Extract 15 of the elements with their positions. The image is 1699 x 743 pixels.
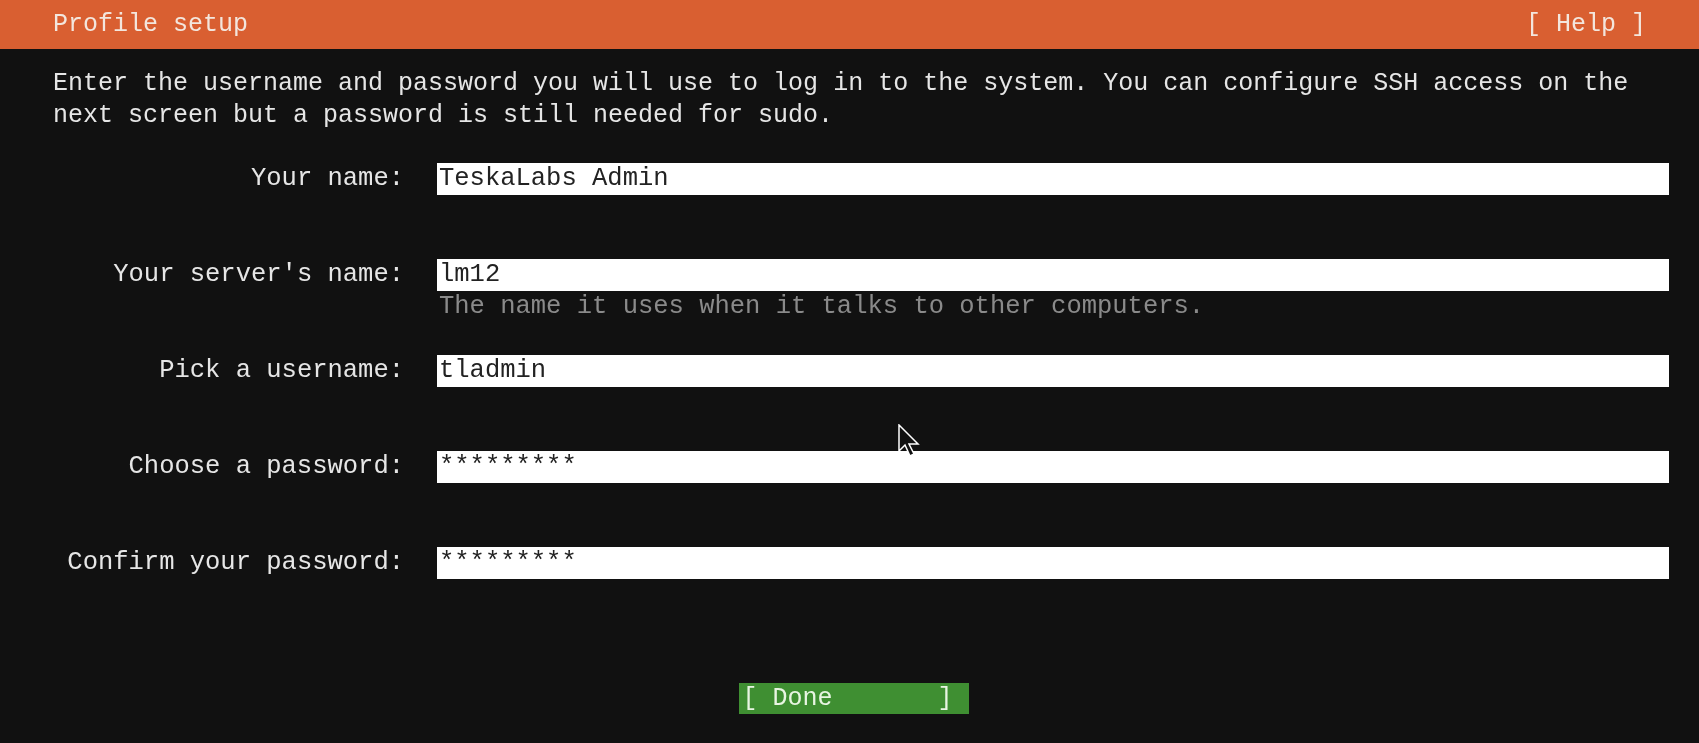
- intro-text: Enter the username and password you will use to log in to the system. You can configure SSH access on the next screen but a password is still needed for sudo.: [52, 68, 1630, 132]
- input-field[interactable]: tladmin: [437, 355, 1669, 387]
- field-label: Choose a password:: [127, 451, 404, 483]
- done-button[interactable]: [ Done ]: [738, 683, 969, 714]
- input-field[interactable]: *********: [437, 451, 1669, 483]
- input-field[interactable]: TeskaLabs Admin: [437, 163, 1669, 195]
- mouse-pointer-icon: [898, 424, 920, 458]
- field-label: Your name:: [249, 163, 404, 195]
- screen-title: Profile setup: [53, 8, 249, 41]
- field-label: Confirm your password:: [66, 547, 404, 579]
- input-field[interactable]: lm12: [437, 259, 1669, 291]
- input-field[interactable]: *********: [437, 547, 1669, 579]
- field-label: Pick a username:: [158, 355, 404, 387]
- field-label: Your server's name:: [112, 259, 404, 291]
- field-hint: The name it uses when it talks to other computers.: [438, 291, 1206, 323]
